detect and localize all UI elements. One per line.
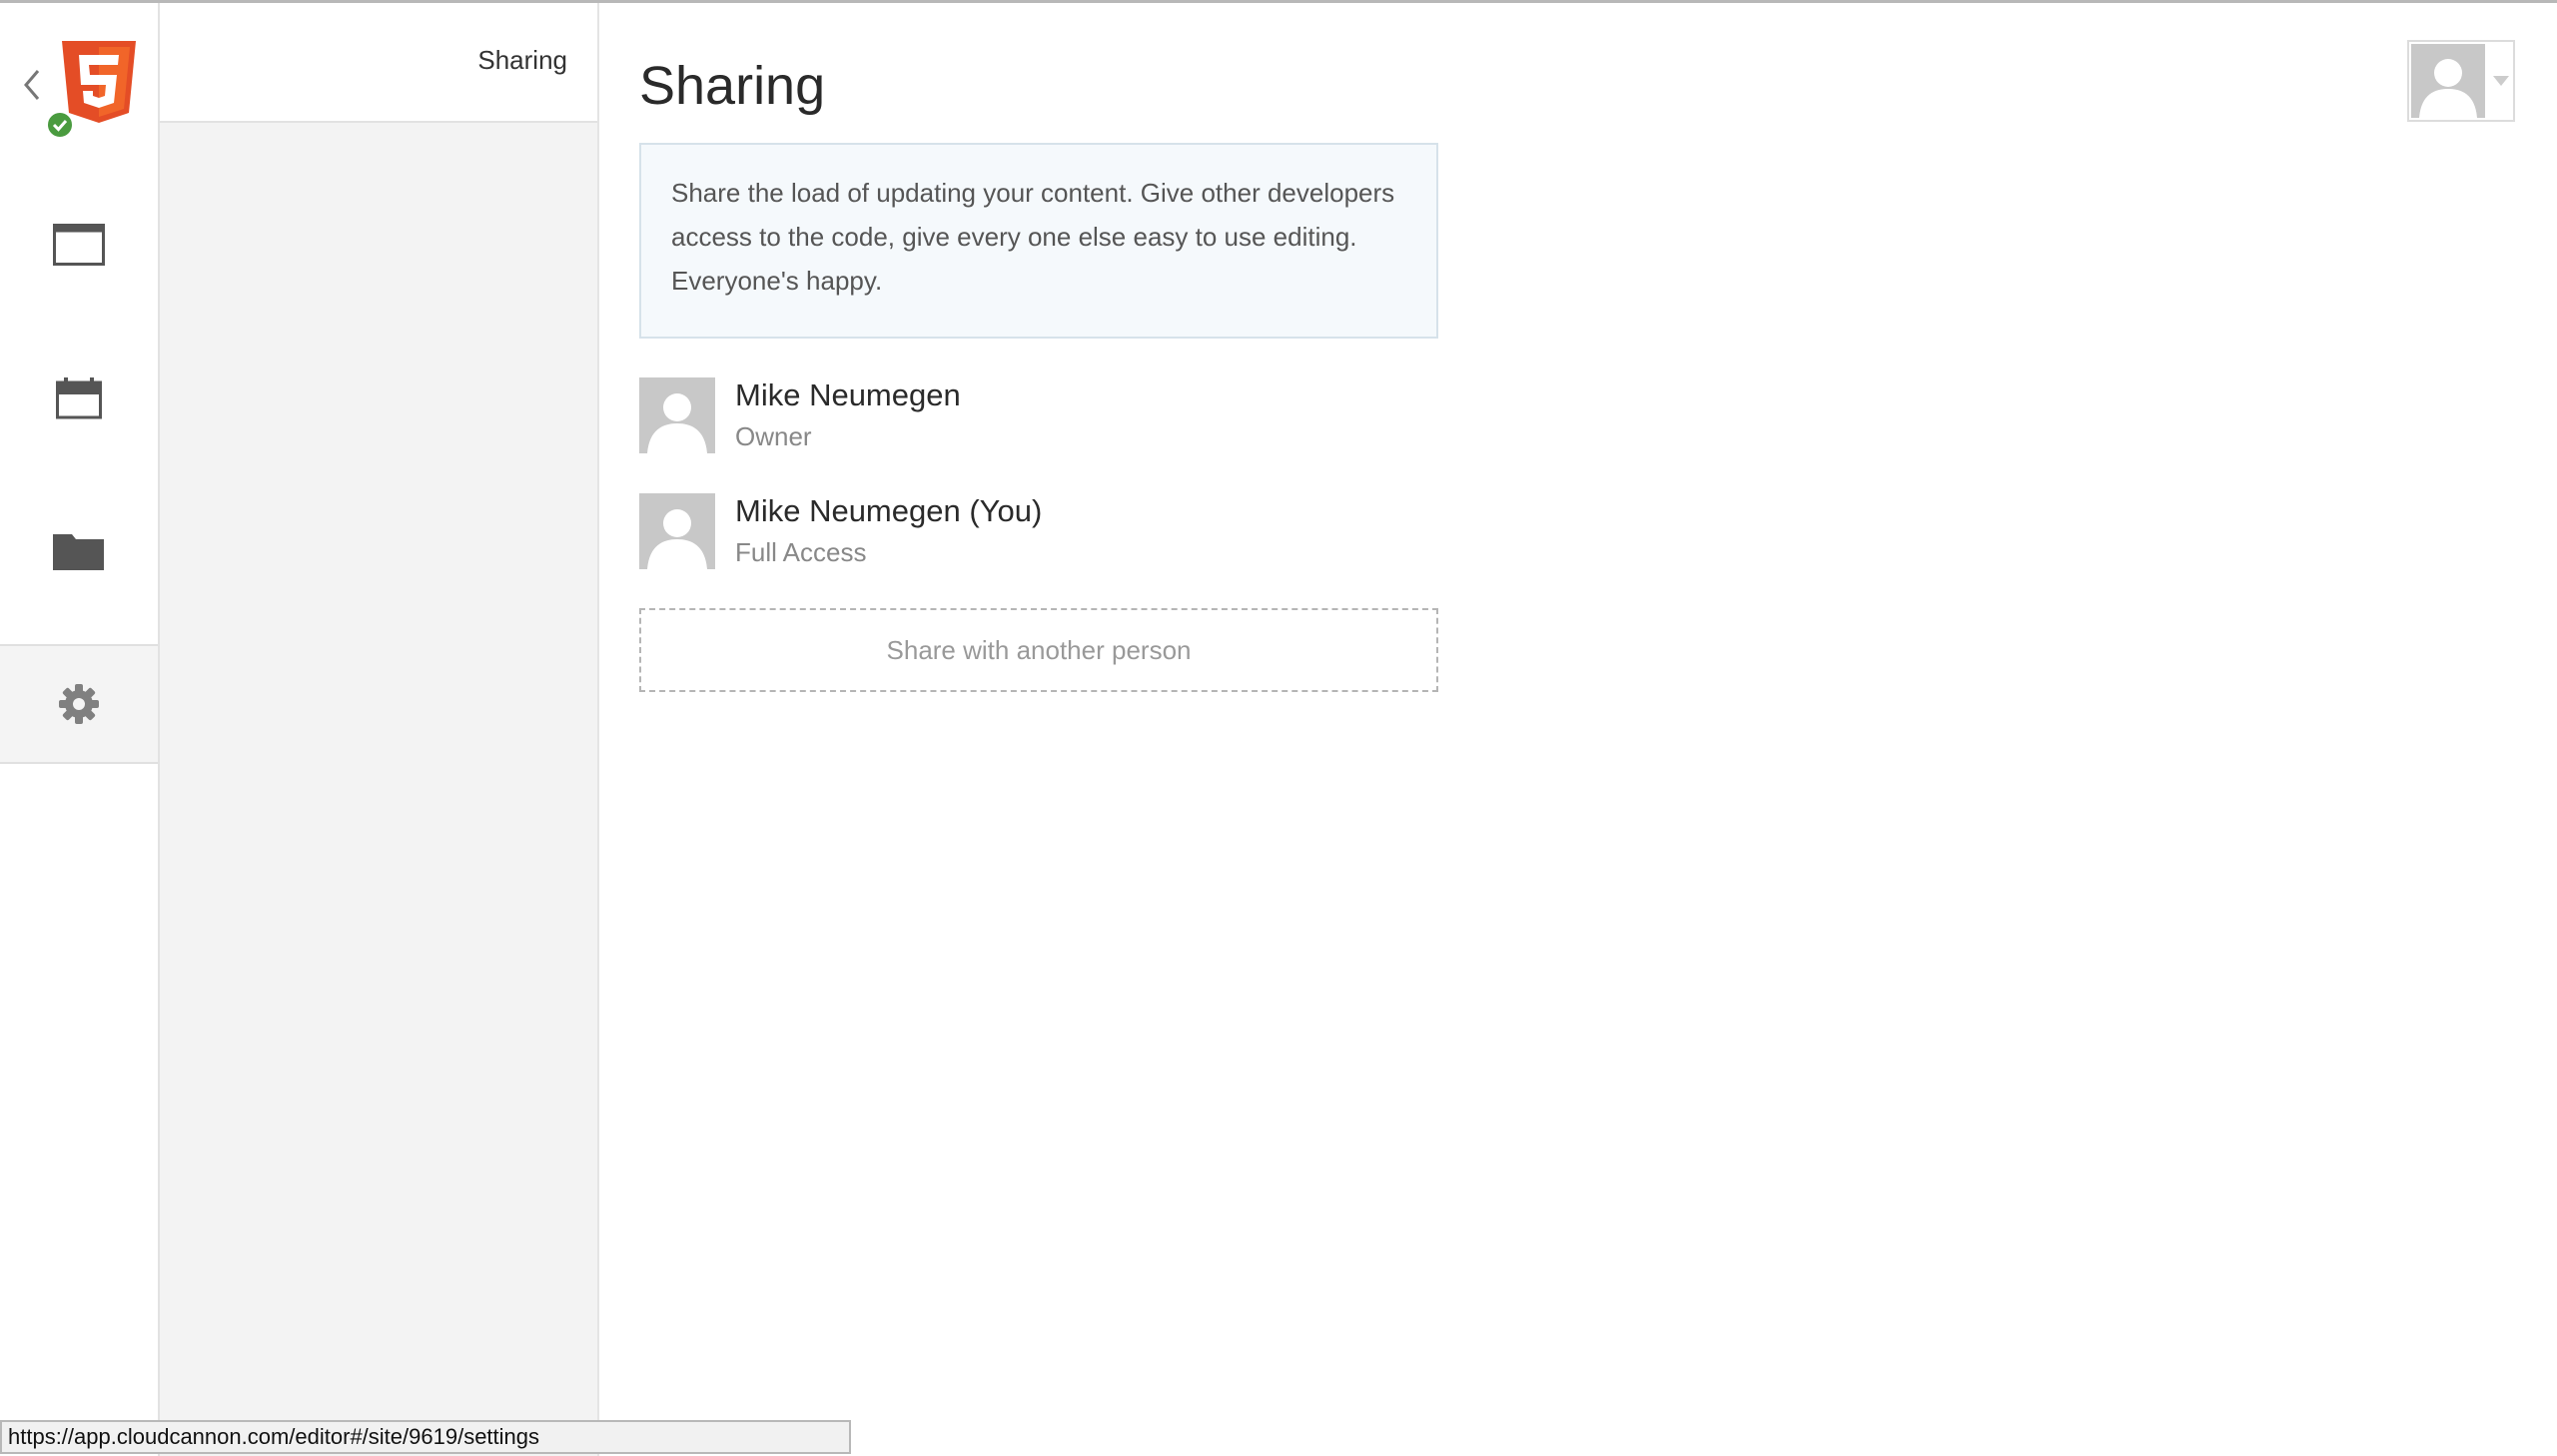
subnav-header: Sharing [160, 3, 597, 123]
icon-rail [0, 3, 160, 1456]
rail-item-pages[interactable] [0, 185, 158, 305]
member-role: Full Access [735, 537, 867, 567]
folder-icon [53, 534, 104, 570]
browser-window-icon [53, 224, 105, 266]
member-role: Owner [735, 421, 812, 451]
browser-status-url: https://app.cloudcannon.com/editor#/site… [0, 1420, 851, 1454]
chevron-left-icon[interactable] [20, 65, 44, 105]
calendar-icon [56, 377, 102, 419]
gear-icon [59, 684, 99, 724]
rail-item-files[interactable] [0, 491, 158, 611]
user-menu[interactable] [2407, 40, 2515, 122]
rail-item-posts[interactable] [0, 339, 158, 458]
member-row: Mike Neumegen Owner [639, 377, 1438, 457]
member-name: Mike Neumegen (You) [735, 493, 1043, 528]
share-with-person-button[interactable]: Share with another person [639, 608, 1438, 692]
member-name: Mike Neumegen [735, 377, 961, 412]
rail-item-settings[interactable] [0, 644, 158, 764]
info-box: Share the load of updating your content.… [639, 143, 1438, 339]
avatar-icon [2411, 44, 2485, 118]
avatar-icon [639, 377, 715, 453]
main-content: Sharing Share the load of updating your … [639, 3, 2537, 1401]
page-title: Sharing [639, 56, 826, 116]
subnav-item-sharing[interactable]: Sharing [477, 45, 567, 76]
settings-subnav: Sharing [160, 3, 599, 1456]
check-circle-icon [46, 111, 74, 139]
member-row: Mike Neumegen (You) Full Access [639, 493, 1438, 573]
caret-down-icon [2493, 76, 2509, 86]
avatar-icon [639, 493, 715, 569]
